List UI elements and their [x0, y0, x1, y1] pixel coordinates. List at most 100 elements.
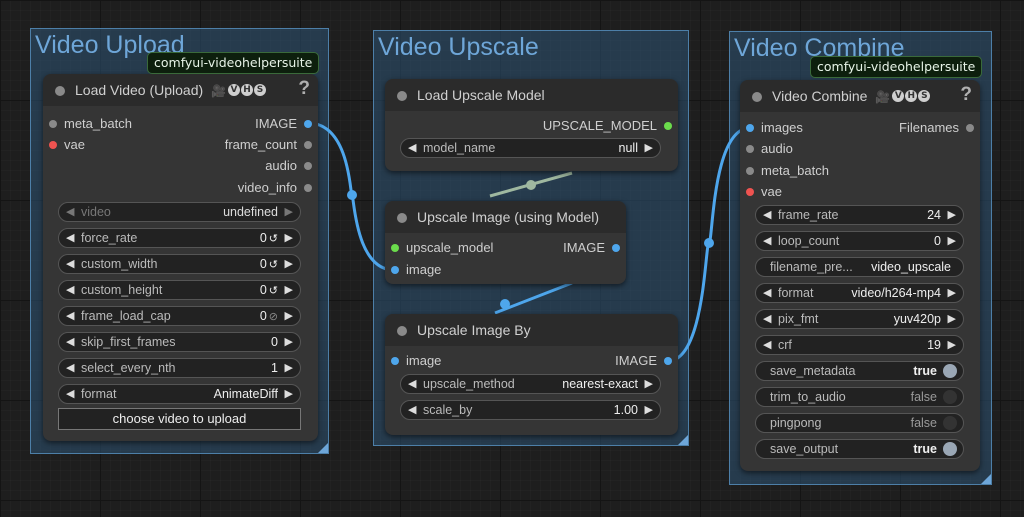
number-scale-by[interactable]: ◀ scale_by 1.00 ▶	[400, 400, 661, 420]
arrow-left-icon[interactable]: ◀	[763, 338, 771, 351]
slot-circle-icon[interactable]	[746, 124, 754, 132]
output-slot-filenames[interactable]: Filenames	[899, 120, 974, 136]
arrow-right-icon[interactable]: ▶	[285, 283, 293, 296]
toggle-pingpong[interactable]: pingpong false	[755, 413, 964, 433]
toggle-off-icon[interactable]	[943, 390, 957, 404]
arrow-left-icon[interactable]: ◀	[66, 335, 74, 348]
arrow-right-icon[interactable]: ▶	[948, 208, 956, 221]
input-slot-image[interactable]: image	[391, 353, 441, 369]
number-frame-rate[interactable]: ◀ frame_rate 24 ▶	[755, 205, 964, 225]
number-select-every-nth[interactable]: ◀ select_every_nth 1 ▶	[58, 358, 301, 378]
node-load-video[interactable]: Load Video (Upload) 🎥 V H S ? meta_batch…	[43, 74, 318, 441]
output-slot-upscale-model[interactable]: UPSCALE_MODEL	[543, 118, 672, 134]
arrow-left-icon[interactable]: ◀	[763, 208, 771, 221]
combo-format[interactable]: ◀ format AnimateDiff ▶	[58, 384, 301, 404]
output-slot-frame-count[interactable]: frame_count	[225, 137, 312, 153]
arrow-right-icon[interactable]: ▶	[645, 141, 653, 154]
number-loop-count[interactable]: ◀ loop_count 0 ▶	[755, 231, 964, 251]
help-icon[interactable]: ?	[960, 84, 972, 106]
node-video-combine[interactable]: Video Combine 🎥 V H S ? images audio met…	[740, 80, 980, 471]
combo-video[interactable]: ◀ video undefined ▶	[58, 202, 301, 222]
toggle-save-output[interactable]: save_output true	[755, 439, 964, 459]
node-upscale-image-using-model[interactable]: Upscale Image (using Model) upscale_mode…	[385, 201, 626, 284]
combo-pix-fmt[interactable]: ◀ pix_fmt yuv420p ▶	[755, 309, 964, 329]
toggle-off-icon[interactable]	[943, 416, 957, 430]
reset-icon[interactable]: ↺	[269, 285, 278, 297]
slot-circle-icon[interactable]	[304, 184, 312, 192]
arrow-right-icon[interactable]: ▶	[645, 377, 653, 390]
toggle-on-icon[interactable]	[943, 442, 957, 456]
node-header[interactable]: Video Combine 🎥 V H S ?	[740, 80, 980, 112]
arrow-right-icon[interactable]: ▶	[285, 205, 293, 218]
combo-model-name[interactable]: ◀ model_name null ▶	[400, 138, 661, 158]
slot-circle-icon[interactable]	[746, 188, 754, 196]
arrow-right-icon[interactable]: ▶	[948, 234, 956, 247]
arrow-left-icon[interactable]: ◀	[66, 309, 74, 322]
arrow-left-icon[interactable]: ◀	[408, 377, 416, 390]
arrow-left-icon[interactable]: ◀	[763, 286, 771, 299]
toggle-save-metadata[interactable]: save_metadata true	[755, 361, 964, 381]
slot-circle-icon[interactable]	[304, 141, 312, 149]
number-frame-load-cap[interactable]: ◀ frame_load_cap 0 ⊘ ▶	[58, 306, 301, 326]
text-filename-prefix[interactable]: filename_pre... video_upscale	[755, 257, 964, 277]
input-slot-images[interactable]: images	[746, 120, 803, 136]
output-slot-image[interactable]: IMAGE	[255, 116, 312, 132]
arrow-right-icon[interactable]: ▶	[285, 231, 293, 244]
output-slot-image[interactable]: IMAGE	[615, 353, 672, 369]
arrow-left-icon[interactable]: ◀	[66, 257, 74, 270]
input-slot-vae[interactable]: vae	[49, 137, 85, 153]
node-load-upscale-model[interactable]: Load Upscale Model UPSCALE_MODEL ◀ model…	[385, 79, 678, 171]
slot-circle-icon[interactable]	[746, 145, 754, 153]
slot-circle-icon[interactable]	[49, 141, 57, 149]
choose-video-upload-button[interactable]: choose video to upload	[58, 408, 301, 430]
slot-circle-icon[interactable]	[49, 120, 57, 128]
reset-icon[interactable]: ↺	[269, 233, 278, 245]
toggle-trim-to-audio[interactable]: trim_to_audio false	[755, 387, 964, 407]
number-custom-width[interactable]: ◀ custom_width 0 ↺ ▶	[58, 254, 301, 274]
slot-circle-icon[interactable]	[304, 120, 312, 128]
input-slot-upscale-model[interactable]: upscale_model	[391, 240, 493, 256]
arrow-left-icon[interactable]: ◀	[763, 234, 771, 247]
reset-icon[interactable]: ↺	[269, 259, 278, 271]
arrow-left-icon[interactable]: ◀	[408, 403, 416, 416]
collapse-dot-icon[interactable]	[55, 86, 65, 96]
slot-circle-icon[interactable]	[664, 357, 672, 365]
arrow-right-icon[interactable]: ▶	[285, 361, 293, 374]
node-header[interactable]: Load Video (Upload) 🎥 V H S ?	[43, 74, 318, 106]
slot-circle-icon[interactable]	[612, 244, 620, 252]
arrow-left-icon[interactable]: ◀	[66, 361, 74, 374]
combo-format[interactable]: ◀ format video/h264-mp4 ▶	[755, 283, 964, 303]
arrow-left-icon[interactable]: ◀	[763, 312, 771, 325]
output-slot-image[interactable]: IMAGE	[563, 240, 620, 256]
slot-circle-icon[interactable]	[391, 357, 399, 365]
output-slot-video-info[interactable]: video_info	[238, 180, 312, 196]
arrow-right-icon[interactable]: ▶	[948, 312, 956, 325]
arrow-left-icon[interactable]: ◀	[66, 231, 74, 244]
number-custom-height[interactable]: ◀ custom_height 0 ↺ ▶	[58, 280, 301, 300]
arrow-right-icon[interactable]: ▶	[645, 403, 653, 416]
node-upscale-image-by[interactable]: Upscale Image By image IMAGE ◀ upscale_m…	[385, 314, 678, 435]
arrow-right-icon[interactable]: ▶	[285, 257, 293, 270]
input-slot-vae[interactable]: vae	[746, 184, 782, 200]
arrow-right-icon[interactable]: ▶	[285, 387, 293, 400]
combo-upscale-method[interactable]: ◀ upscale_method nearest-exact ▶	[400, 374, 661, 394]
arrow-left-icon[interactable]: ◀	[66, 283, 74, 296]
arrow-left-icon[interactable]: ◀	[66, 387, 74, 400]
number-skip-first-frames[interactable]: ◀ skip_first_frames 0 ▶	[58, 332, 301, 352]
node-header[interactable]: Load Upscale Model	[385, 79, 678, 111]
arrow-left-icon[interactable]: ◀	[66, 205, 74, 218]
slot-circle-icon[interactable]	[304, 162, 312, 170]
slot-circle-icon[interactable]	[391, 244, 399, 252]
slot-circle-icon[interactable]	[391, 266, 399, 274]
collapse-dot-icon[interactable]	[752, 92, 762, 102]
node-header[interactable]: Upscale Image (using Model)	[385, 201, 626, 233]
node-header[interactable]: Upscale Image By	[385, 314, 678, 346]
collapse-dot-icon[interactable]	[397, 213, 407, 223]
help-icon[interactable]: ?	[298, 78, 310, 100]
arrow-right-icon[interactable]: ▶	[948, 286, 956, 299]
arrow-right-icon[interactable]: ▶	[948, 338, 956, 351]
input-slot-audio[interactable]: audio	[746, 141, 793, 157]
number-force-rate[interactable]: ◀ force_rate 0 ↺ ▶	[58, 228, 301, 248]
slot-circle-icon[interactable]	[746, 167, 754, 175]
arrow-right-icon[interactable]: ▶	[285, 335, 293, 348]
